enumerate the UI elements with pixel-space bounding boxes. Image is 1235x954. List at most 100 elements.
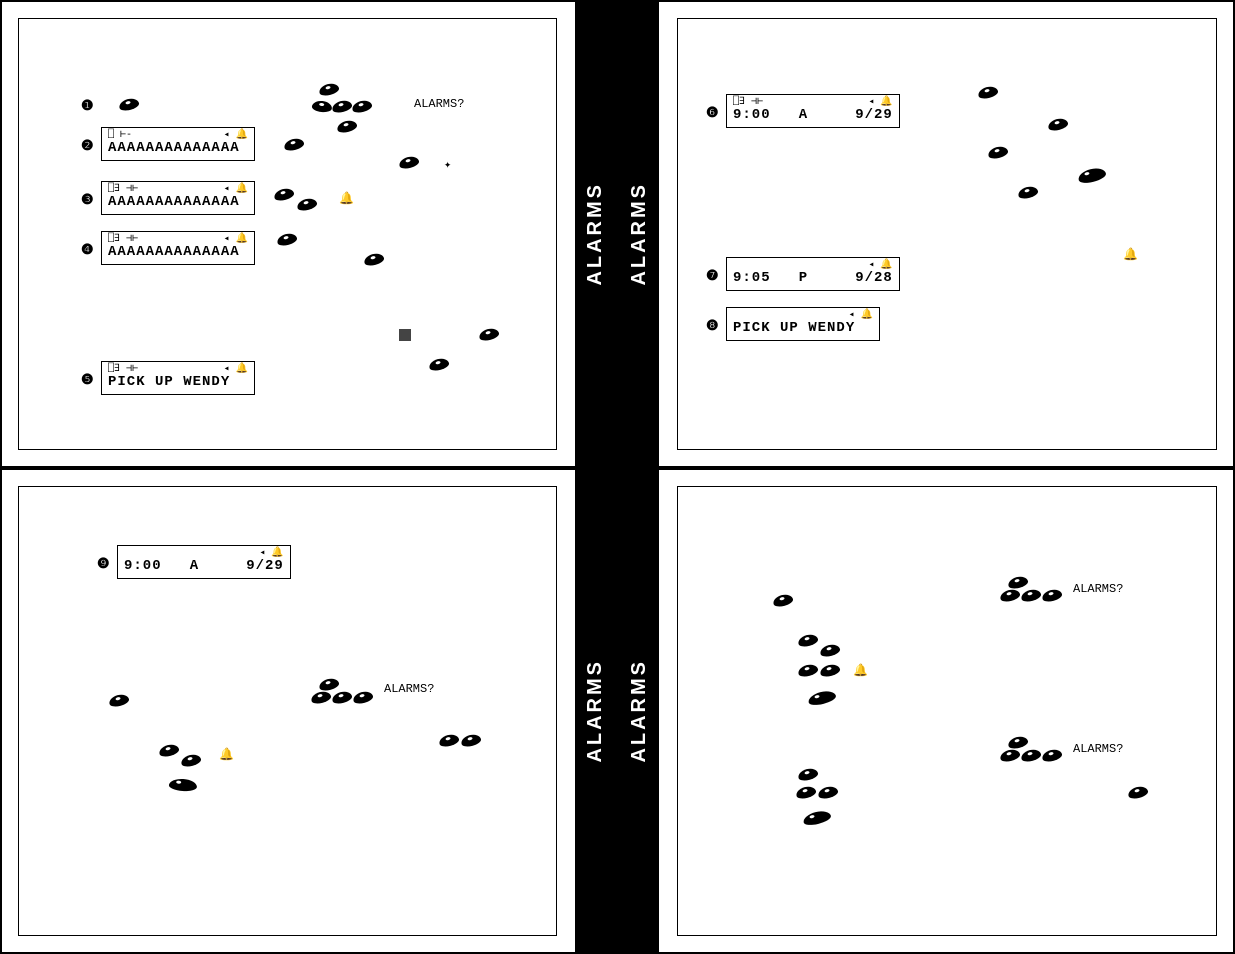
button-icon (283, 137, 305, 153)
button-icon (977, 85, 999, 101)
panel-4-frame: 🔔 ALARMS? ALARMS? (677, 486, 1217, 936)
step-marker-6: ❻ (706, 104, 719, 121)
alarms-prompt: ALARMS? (1073, 742, 1123, 756)
button-icon (817, 785, 839, 801)
button-icon (438, 733, 460, 749)
button-icon (795, 785, 817, 801)
button-icon (331, 99, 353, 115)
panel-1-frame: ❶ ❷ ⎕ ⊢-◂ 🔔 AAAAAAAAAAAAAA ❸ ⎕∃ ⊣⊢◂ 🔔 AA… (18, 18, 557, 450)
alarms-prompt: ALARMS? (1073, 582, 1123, 596)
lcd-text: PICK UP WENDY (108, 375, 248, 390)
lcd-text: 9:05 P 9/28 (733, 271, 893, 286)
button-icon (802, 809, 832, 827)
button-icon (352, 690, 374, 706)
button-icon (819, 643, 841, 659)
step-marker-1: ❶ (81, 97, 94, 114)
alarms-prompt: ALARMS? (414, 97, 464, 111)
lcd-step-3: ⎕∃ ⊣⊢◂ 🔔 AAAAAAAAAAAAAA (101, 181, 255, 215)
step-marker-3: ❸ (81, 191, 94, 208)
bell-icon: 🔔 (339, 191, 354, 206)
button-icon (1077, 166, 1107, 185)
lcd-text: PICK UP WENDY (733, 321, 873, 336)
square-icon (399, 329, 411, 341)
button-icon (351, 99, 373, 115)
lcd-text: 9:00 A 9/29 (124, 559, 284, 574)
button-icon (1020, 588, 1042, 604)
button-icon (772, 593, 794, 609)
button-icon (1007, 735, 1029, 751)
button-icon (158, 743, 180, 759)
button-icon (1127, 785, 1149, 801)
lcd-text: AAAAAAAAAAAAAA (108, 141, 248, 156)
panel-2-frame: ❻ ⎕∃ ⊣⊢◂ 🔔 9:00 A 9/29 ❼ ◂ 🔔 9:05 P 9/28… (677, 18, 1217, 450)
button-icon (310, 690, 332, 706)
button-icon (478, 327, 500, 343)
lcd-step-7: ◂ 🔔 9:05 P 9/28 (726, 257, 900, 291)
button-icon (797, 663, 819, 679)
tab-label: ALARMS (584, 659, 607, 763)
lcd-step-9: ◂ 🔔 9:00 A 9/29 (117, 545, 291, 579)
lcd-step-4: ⎕∃ ⊣⊢◂ 🔔 AAAAAAAAAAAAAA (101, 231, 255, 265)
button-icon (311, 100, 332, 113)
lcd-step-8: ◂ 🔔 PICK UP WENDY (726, 307, 880, 341)
button-icon (180, 753, 202, 769)
tab-label: ALARMS (584, 182, 607, 286)
section-tab: ALARMS (575, 2, 615, 466)
button-icon (296, 197, 318, 213)
button-icon (1007, 575, 1029, 591)
button-icon (273, 187, 295, 203)
button-icon (1047, 117, 1069, 133)
lcd-text: AAAAAAAAAAAAAA (108, 195, 248, 210)
bell-icon: 🔔 (853, 663, 868, 678)
bell-icon: 🔔 (219, 747, 234, 762)
button-icon (336, 119, 358, 135)
button-icon (819, 663, 841, 679)
section-tab: ALARMS (575, 470, 615, 952)
panel-3: ❾ ◂ 🔔 9:00 A 9/29 🔔 ALARMS? ALARMS (0, 468, 617, 954)
tab-label: ALARMS (628, 182, 651, 286)
lcd-step-2: ⎕ ⊢-◂ 🔔 AAAAAAAAAAAAAA (101, 127, 255, 161)
button-icon (797, 633, 819, 649)
button-icon (1041, 588, 1063, 604)
step-marker-8: ❽ (706, 317, 719, 334)
button-icon (428, 357, 450, 373)
page-grid: ❶ ❷ ⎕ ⊢-◂ 🔔 AAAAAAAAAAAAAA ❸ ⎕∃ ⊣⊢◂ 🔔 AA… (0, 0, 1235, 954)
alarms-prompt: ALARMS? (384, 682, 434, 696)
bell-icon: 🔔 (1123, 247, 1138, 262)
button-icon (276, 232, 298, 248)
step-marker-7: ❼ (706, 267, 719, 284)
tab-label: ALARMS (628, 659, 651, 763)
button-icon (398, 155, 420, 171)
button-icon (999, 748, 1021, 764)
section-tab: ALARMS (619, 2, 659, 466)
button-icon (118, 97, 140, 113)
lcd-text: 9:00 A 9/29 (733, 108, 893, 123)
lcd-step-6: ⎕∃ ⊣⊢◂ 🔔 9:00 A 9/29 (726, 94, 900, 128)
panel-2: ALARMS ❻ ⎕∃ ⊣⊢◂ 🔔 9:00 A 9/29 ❼ ◂ 🔔 9:05… (617, 0, 1235, 468)
button-icon (318, 82, 340, 98)
cross-icon: ✦ (444, 157, 451, 172)
button-icon (169, 778, 198, 792)
panel-3-frame: ❾ ◂ 🔔 9:00 A 9/29 🔔 ALARMS? (18, 486, 557, 936)
step-marker-9: ❾ (97, 555, 110, 572)
button-icon (797, 767, 819, 783)
button-icon (807, 689, 837, 707)
panel-1: ❶ ❷ ⎕ ⊢-◂ 🔔 AAAAAAAAAAAAAA ❸ ⎕∃ ⊣⊢◂ 🔔 AA… (0, 0, 617, 468)
button-icon (1041, 748, 1063, 764)
step-marker-4: ❹ (81, 241, 94, 258)
button-icon (460, 733, 482, 749)
lcd-text: AAAAAAAAAAAAAA (108, 245, 248, 260)
step-marker-5: ❺ (81, 371, 94, 388)
button-icon (987, 145, 1009, 161)
panel-4: ALARMS 🔔 ALARMS? ALARMS? (617, 468, 1235, 954)
button-icon (1020, 748, 1042, 764)
button-icon (318, 677, 340, 693)
button-icon (363, 252, 385, 268)
button-icon (108, 693, 130, 709)
lcd-step-5: ⎕∃ ⊣⊢◂ 🔔 PICK UP WENDY (101, 361, 255, 395)
button-icon (1017, 185, 1039, 201)
section-tab: ALARMS (619, 470, 659, 952)
button-icon (331, 690, 353, 706)
button-icon (999, 588, 1021, 604)
step-marker-2: ❷ (81, 137, 94, 154)
